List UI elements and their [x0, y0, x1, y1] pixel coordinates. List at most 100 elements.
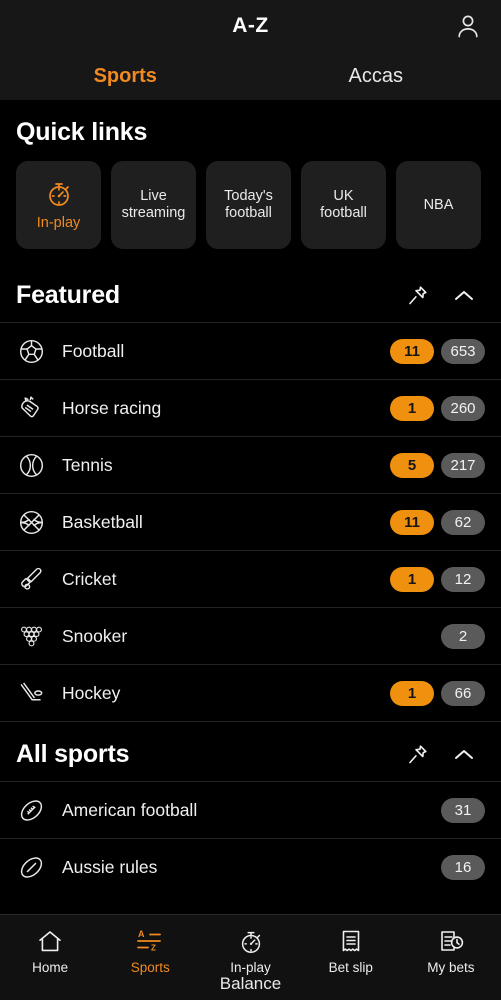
- quick-links-title: Quick links: [16, 118, 148, 146]
- stopwatch-icon: [237, 927, 265, 957]
- featured-title: Featured: [16, 281, 120, 309]
- sport-badges: 31: [441, 797, 485, 823]
- bottom-navigation: Home A Z Sports In-play Bet slip My bets…: [0, 914, 501, 1000]
- quick-link-uk-football[interactable]: UK football: [301, 161, 386, 249]
- sport-name: Football: [62, 340, 125, 361]
- aussie-rules-icon: [16, 852, 46, 882]
- quick-link-label: NBA: [423, 196, 454, 213]
- nav-label: Home: [32, 960, 69, 975]
- stopwatch-icon: [44, 179, 74, 209]
- page-title: A-Z: [232, 14, 269, 37]
- pin-icon[interactable]: [405, 743, 429, 767]
- sport-name: American football: [62, 799, 198, 820]
- nav-item-home[interactable]: Home: [0, 915, 100, 975]
- snooker-icon: [16, 621, 46, 651]
- count-badge: 66: [441, 680, 485, 706]
- sport-row-aussie-rules[interactable]: Aussie rules 16: [0, 838, 501, 895]
- sport-badges: 1 12: [390, 566, 485, 592]
- tab-sports-label: Sports: [93, 64, 157, 87]
- sport-row-american-football[interactable]: American football 31: [0, 781, 501, 838]
- sport-row-basketball[interactable]: Basketball 11 62: [0, 493, 501, 550]
- live-badge: 1: [390, 566, 434, 592]
- all-sports-list: American football 31 Aussie rules 16: [0, 781, 501, 895]
- sport-name: Basketball: [62, 511, 143, 532]
- sport-row-football[interactable]: Football 11 653: [0, 322, 501, 379]
- sport-badges: 11 653: [390, 338, 485, 364]
- sport-row-tennis[interactable]: Tennis 5 217: [0, 436, 501, 493]
- sports-app-screen: A-Z Sports Accas Quick links In-play Liv…: [0, 0, 501, 1000]
- live-badge: 5: [390, 452, 434, 478]
- count-badge: 12: [441, 566, 485, 592]
- sport-badges: 1 260: [390, 395, 485, 421]
- nav-item-bet-slip[interactable]: Bet slip: [301, 915, 401, 975]
- sport-badges: 1 66: [390, 680, 485, 706]
- chevron-up-icon[interactable]: [451, 742, 477, 768]
- american-football-icon: [16, 795, 46, 825]
- chevron-up-icon[interactable]: [451, 283, 477, 309]
- sport-name: Snooker: [62, 625, 128, 646]
- sport-name: Hockey: [62, 682, 121, 703]
- live-badge: 11: [390, 338, 434, 364]
- quick-link-live-streaming[interactable]: Live streaming: [111, 161, 196, 249]
- tab-accas[interactable]: Accas: [251, 52, 501, 100]
- quick-link-label: In-play: [36, 214, 81, 231]
- nav-label: Bet slip: [328, 960, 373, 975]
- home-icon: [36, 927, 64, 957]
- count-badge: 31: [441, 797, 485, 823]
- count-badge: 2: [441, 623, 485, 649]
- sport-name: Aussie rules: [62, 856, 158, 877]
- sport-row-horse-racing[interactable]: Horse racing 1 260: [0, 379, 501, 436]
- quick-link-label: UK football: [320, 188, 367, 221]
- all-sports-title: All sports: [16, 740, 130, 768]
- sport-row-hockey[interactable]: Hockey 1 66: [0, 664, 501, 721]
- svg-text:Z: Z: [151, 944, 156, 953]
- quick-link-label: Live streaming: [121, 188, 186, 221]
- tennis-icon: [16, 450, 46, 480]
- main-content: Quick links In-play Live streaming Today…: [0, 100, 501, 914]
- football-icon: [16, 336, 46, 366]
- sport-name: Tennis: [62, 454, 113, 475]
- count-badge: 653: [441, 338, 485, 364]
- receipt-icon: [337, 927, 365, 957]
- sport-name: Horse racing: [62, 397, 162, 418]
- bets-clock-icon: [437, 927, 465, 957]
- sport-badges: 5 217: [390, 452, 485, 478]
- count-badge: 217: [441, 452, 485, 478]
- app-header: A-Z Sports Accas: [0, 0, 501, 100]
- sport-badges: 16: [441, 854, 485, 880]
- a-z-icon: A Z: [135, 927, 165, 957]
- quick-link-in-play[interactable]: In-play: [16, 161, 101, 249]
- quick-link-label: Today's football: [224, 188, 273, 221]
- featured-list: Football 11 653 Horse racing 1 260 Tenni…: [0, 322, 501, 721]
- sport-badges: 11 62: [390, 509, 485, 535]
- horse-racing-icon: [16, 393, 46, 423]
- person-icon[interactable]: [453, 11, 483, 41]
- sport-badges: 2: [441, 623, 485, 649]
- quick-links-scroller[interactable]: In-play Live streaming Today's football …: [0, 159, 501, 263]
- quick-link-todays-football[interactable]: Today's football: [206, 161, 291, 249]
- nav-item-in-play[interactable]: In-play: [200, 915, 300, 975]
- featured-header: Featured: [0, 263, 501, 322]
- live-badge: 1: [390, 680, 434, 706]
- live-badge: 1: [390, 395, 434, 421]
- nav-label: Sports: [130, 960, 170, 975]
- cricket-icon: [16, 564, 46, 594]
- sport-row-snooker[interactable]: Snooker 2: [0, 607, 501, 664]
- nav-item-my-bets[interactable]: My bets: [401, 915, 501, 975]
- sport-row-cricket[interactable]: Cricket 1 12: [0, 550, 501, 607]
- all-sports-actions: [405, 742, 485, 768]
- quick-link-nba[interactable]: NBA: [396, 161, 481, 249]
- live-badge: 11: [390, 509, 434, 535]
- nav-label: My bets: [427, 960, 475, 975]
- pin-icon[interactable]: [405, 284, 429, 308]
- count-badge: 16: [441, 854, 485, 880]
- basketball-icon: [16, 507, 46, 537]
- header-top-bar: A-Z: [0, 0, 501, 52]
- featured-actions: [405, 283, 485, 309]
- tab-sports[interactable]: Sports: [0, 52, 251, 100]
- svg-text:A: A: [138, 929, 145, 939]
- nav-item-sports[interactable]: A Z Sports: [100, 915, 200, 975]
- balance-label[interactable]: Balance: [0, 974, 501, 994]
- tab-accas-label: Accas: [348, 64, 403, 87]
- count-badge: 62: [441, 509, 485, 535]
